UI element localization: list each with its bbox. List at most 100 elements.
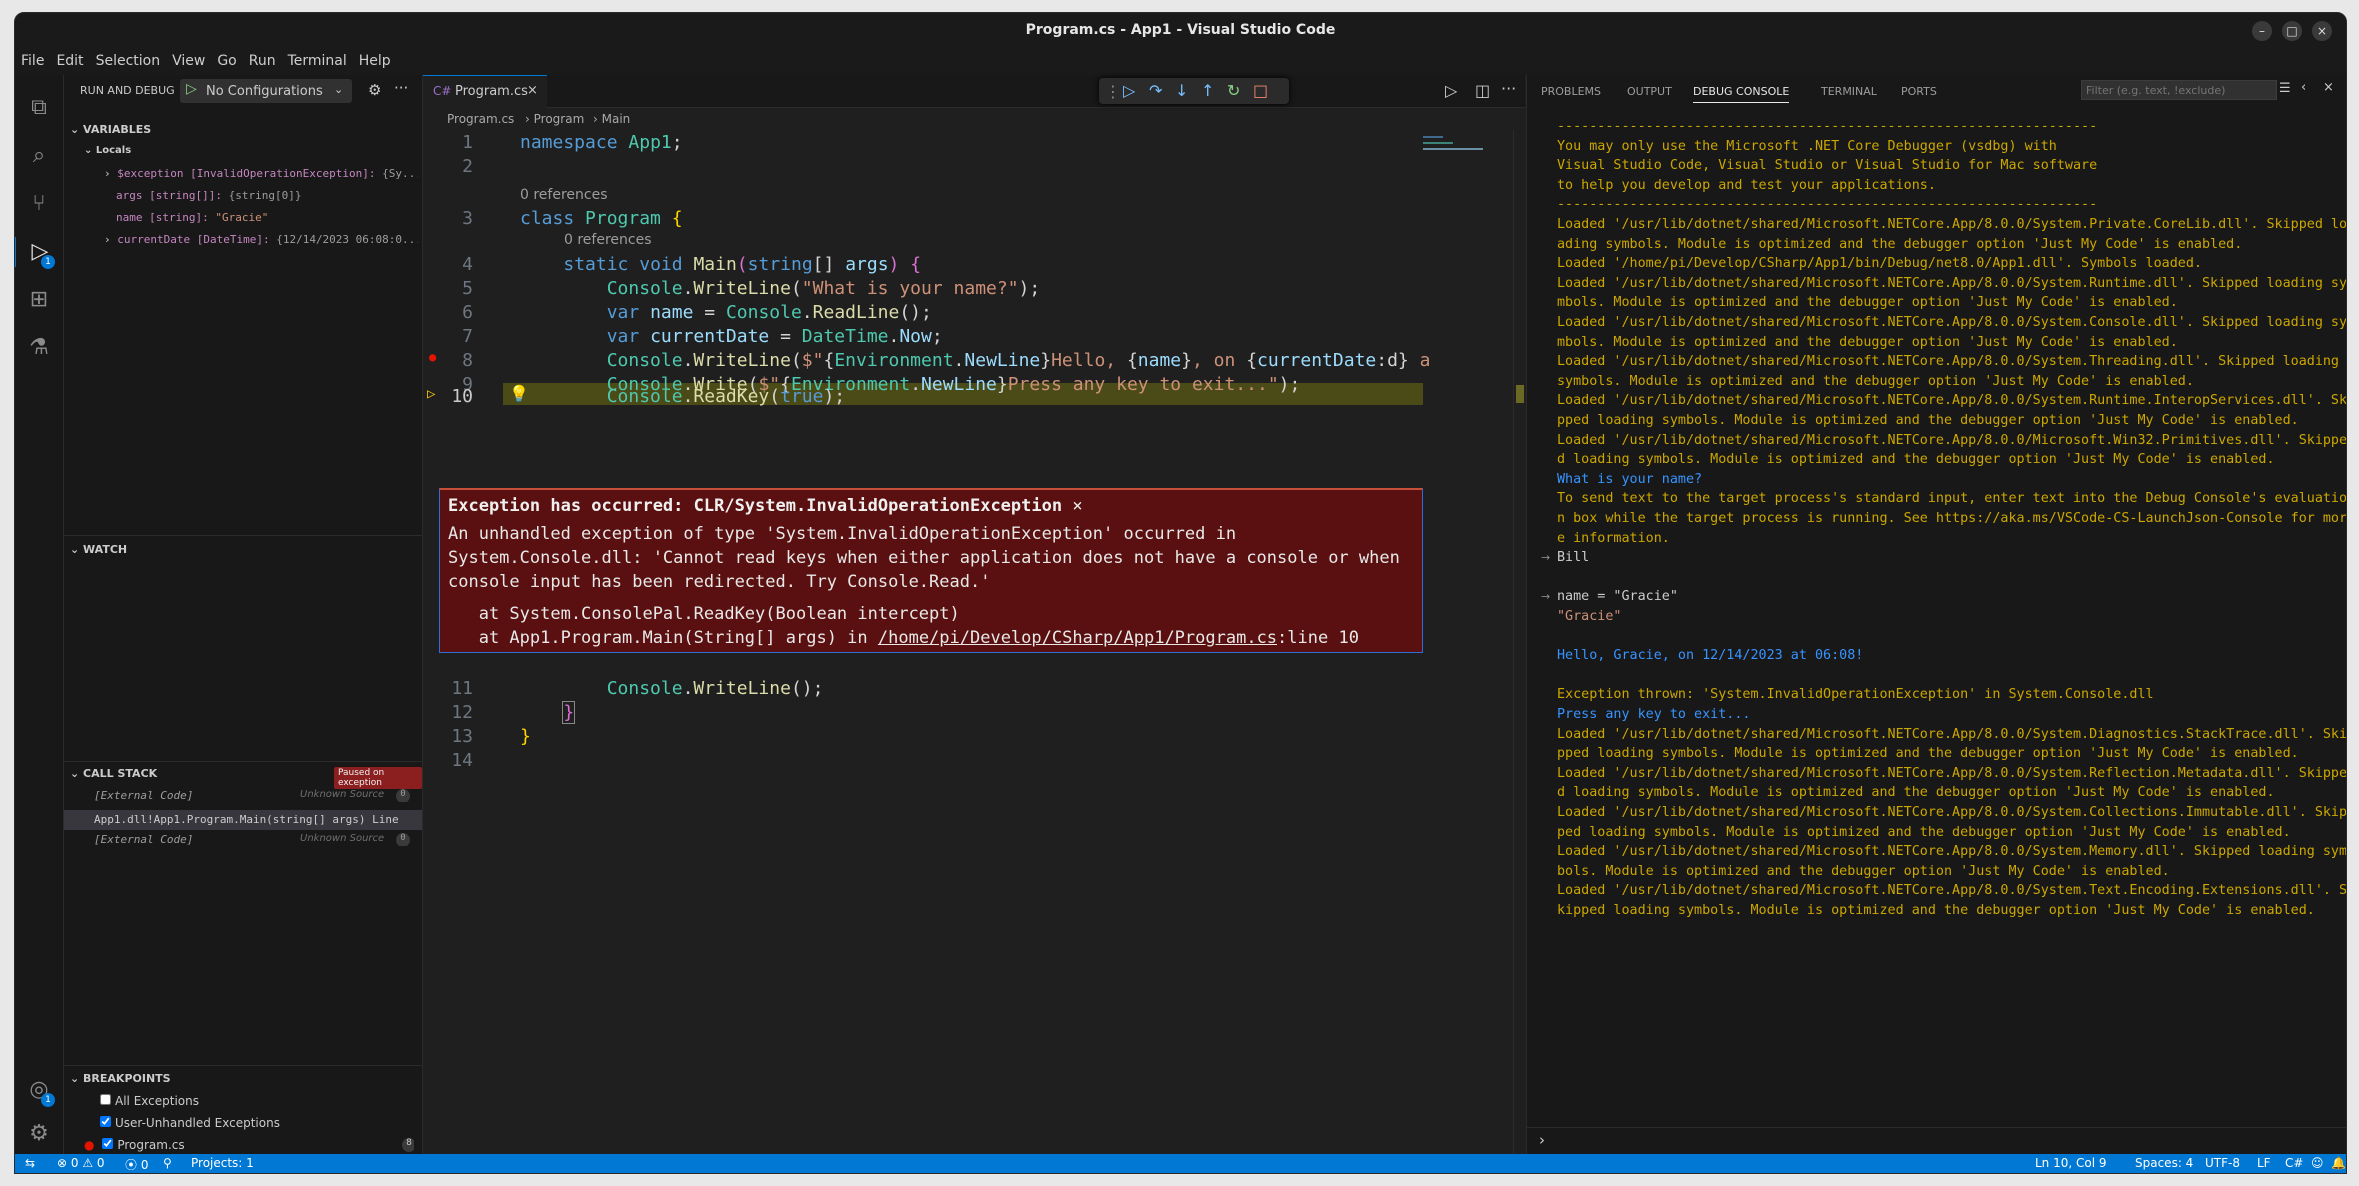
clear-console-icon[interactable]: ☰ [2279,81,2291,96]
debug-config-select[interactable]: ▷ No Configurations ⌄ [180,79,352,103]
crumb-method[interactable]: › Main [593,112,630,126]
variable-row[interactable]: args [string[]]: {string[0]} [116,189,416,202]
debug-icon[interactable]: ⚲ [163,1156,172,1170]
problems-status[interactable]: ⊗ 0 ⚠ 0 [57,1156,105,1170]
remote-icon[interactable]: ⇆ [25,1156,35,1170]
chevron-left-icon[interactable]: ‹ [2301,80,2306,95]
explorer-icon[interactable]: ⧉ [24,93,54,123]
menu-help[interactable]: Help [353,49,397,69]
minimize-button[interactable]: – [2252,21,2272,41]
variable-row[interactable]: › currentDate [DateTime]: {12/14/2023 06… [104,233,418,246]
breakpoints-section-header[interactable]: ⌄ BREAKPOINTS [70,1072,428,1085]
console-line: mbols. Module is optimized and the debug… [1557,295,2178,311]
breakpoint-row[interactable]: ● Program.cs 8 [84,1138,414,1152]
variable-value: {Sy... [382,167,418,180]
debug-config-label: No Configurations [206,84,323,99]
projects-status[interactable]: Projects: 1 [191,1156,254,1170]
variable-row[interactable]: › $exception [InvalidOperationException]… [104,167,418,180]
step-out-icon[interactable]: ↑ [1201,81,1214,100]
callstack-title: CALL STACK [83,767,158,780]
close-panel-icon[interactable]: × [2323,80,2334,95]
cursor-position[interactable]: Ln 10, Col 9 [2035,1156,2107,1170]
gear-icon[interactable]: ⚙ [368,81,381,99]
breakpoint-checkbox[interactable] [102,1138,114,1149]
line-number: 14 [451,750,473,771]
console-line: symbols. Module is optimized and the deb… [1557,373,2194,389]
step-into-icon[interactable]: ↓ [1175,81,1188,100]
menu-selection[interactable]: Selection [90,49,167,69]
run-icon[interactable]: ▷ [1445,81,1457,100]
console-input[interactable] [1557,1131,2331,1151]
menu-terminal[interactable]: Terminal [282,49,353,69]
breakpoint-line-badge: 8 [402,1138,414,1152]
tab-ports[interactable]: PORTS [1901,85,1937,98]
console-line: pped loading symbols. Module is optimize… [1557,746,2299,762]
breakpoint-row[interactable]: User-Unhandled Exceptions [100,1116,280,1130]
editor-scrollbar[interactable] [1513,130,1526,1154]
codelens-references[interactable]: 0 references [520,187,608,203]
source-control-icon[interactable]: ⑂ [24,189,54,219]
menu-edit[interactable]: Edit [50,49,89,69]
close-button[interactable]: × [2312,21,2332,41]
stack-trace-text: at App1.Program.Main(String[] args) in [448,628,878,648]
menu-go[interactable]: Go [211,49,242,69]
testing-icon[interactable]: ⚗ [24,333,54,363]
variables-section-header[interactable]: ⌄ VARIABLES [70,123,428,136]
restart-icon[interactable]: ↻ [1227,81,1240,100]
stop-icon[interactable]: □ [1253,81,1268,100]
tab-output[interactable]: OUTPUT [1627,85,1672,98]
tab-problems[interactable]: PROBLEMS [1541,85,1601,98]
extensions-icon[interactable]: ⊞ [24,285,54,315]
copilot-icon[interactable]: ☺ [2311,1156,2324,1170]
console-line: Loaded '/home/pi/Develop/CSharp/App1/bin… [1557,256,2202,272]
maximize-button[interactable]: □ [2282,21,2302,41]
ports-status[interactable]: ⦿ 0 [125,1156,148,1173]
filter-input[interactable] [2081,80,2277,100]
notifications-icon[interactable]: 🔔 [2331,1156,2346,1170]
stack-frame-selected[interactable]: App1.dll!App1.Program.Main(string[] args… [64,810,422,830]
crumb-file[interactable]: Program.cs [447,112,514,126]
breakpoint-checkbox[interactable] [100,1094,111,1105]
drag-handle-icon[interactable]: ⋮ [1105,82,1121,101]
variable-row[interactable]: name [string]: "Gracie" [116,211,416,224]
close-tab-icon[interactable]: × [527,83,538,98]
minimap[interactable] [1423,130,1509,170]
split-editor-icon[interactable]: ◫ [1475,81,1490,100]
window-title: Program.cs - App1 - Visual Studio Code [1025,22,1336,38]
close-icon[interactable]: × [1072,496,1082,516]
tab-program-cs[interactable]: C# Program.cs × [423,75,547,108]
menu-view[interactable]: View [166,49,211,69]
watch-section-header[interactable]: ⌄ WATCH [70,543,428,556]
tab-debug-console[interactable]: DEBUG CONSOLE [1693,85,1790,103]
stack-trace-line: at System.ConsolePal.ReadKey(Boolean int… [448,604,960,624]
more-actions-icon[interactable]: ··· [394,79,408,97]
variable-name: currentDate [DateTime]: [117,233,270,246]
stack-frame[interactable]: [External Code] Unknown Source 0 [94,833,410,846]
crumb-class[interactable]: › Program [525,112,584,126]
search-icon[interactable]: ⌕ [24,141,54,171]
menu-run[interactable]: Run [243,49,282,69]
console-line: d loading symbols. Module is optimized a… [1557,452,2275,468]
console-line: Loaded '/usr/lib/dotnet/shared/Microsoft… [1557,315,2347,330]
code-line: } [562,701,576,724]
input-arrow-icon: → [1541,590,1551,604]
encoding[interactable]: UTF-8 [2205,1156,2240,1170]
start-debugging-icon[interactable]: ▷ [186,81,197,97]
run-debug-icon[interactable]: ▷ [15,237,64,267]
line-ending[interactable]: LF [2257,1156,2271,1170]
language-mode[interactable]: C# [2285,1156,2303,1170]
stack-frame[interactable]: [External Code] Unknown Source 0 [94,789,410,802]
settings-gear-icon[interactable]: ⚙ [24,1119,54,1149]
menu-file[interactable]: File [15,49,50,69]
codelens-references[interactable]: 0 references [564,232,652,248]
indentation[interactable]: Spaces: 4 [2135,1156,2193,1170]
console-line: n box while the target process is runnin… [1557,511,2347,526]
breakpoint-row[interactable]: All Exceptions [100,1094,199,1108]
breakpoint-checkbox[interactable] [100,1116,111,1127]
step-over-icon[interactable]: ↷ [1149,81,1162,100]
tab-terminal[interactable]: TERMINAL [1821,85,1877,98]
more-actions-icon[interactable]: ··· [1501,79,1516,98]
stack-trace-link[interactable]: /home/pi/Develop/CSharp/App1/Program.cs [878,628,1277,648]
locals-scope[interactable]: ⌄ Locals [84,145,442,156]
continue-icon[interactable]: ▷ [1123,81,1135,100]
